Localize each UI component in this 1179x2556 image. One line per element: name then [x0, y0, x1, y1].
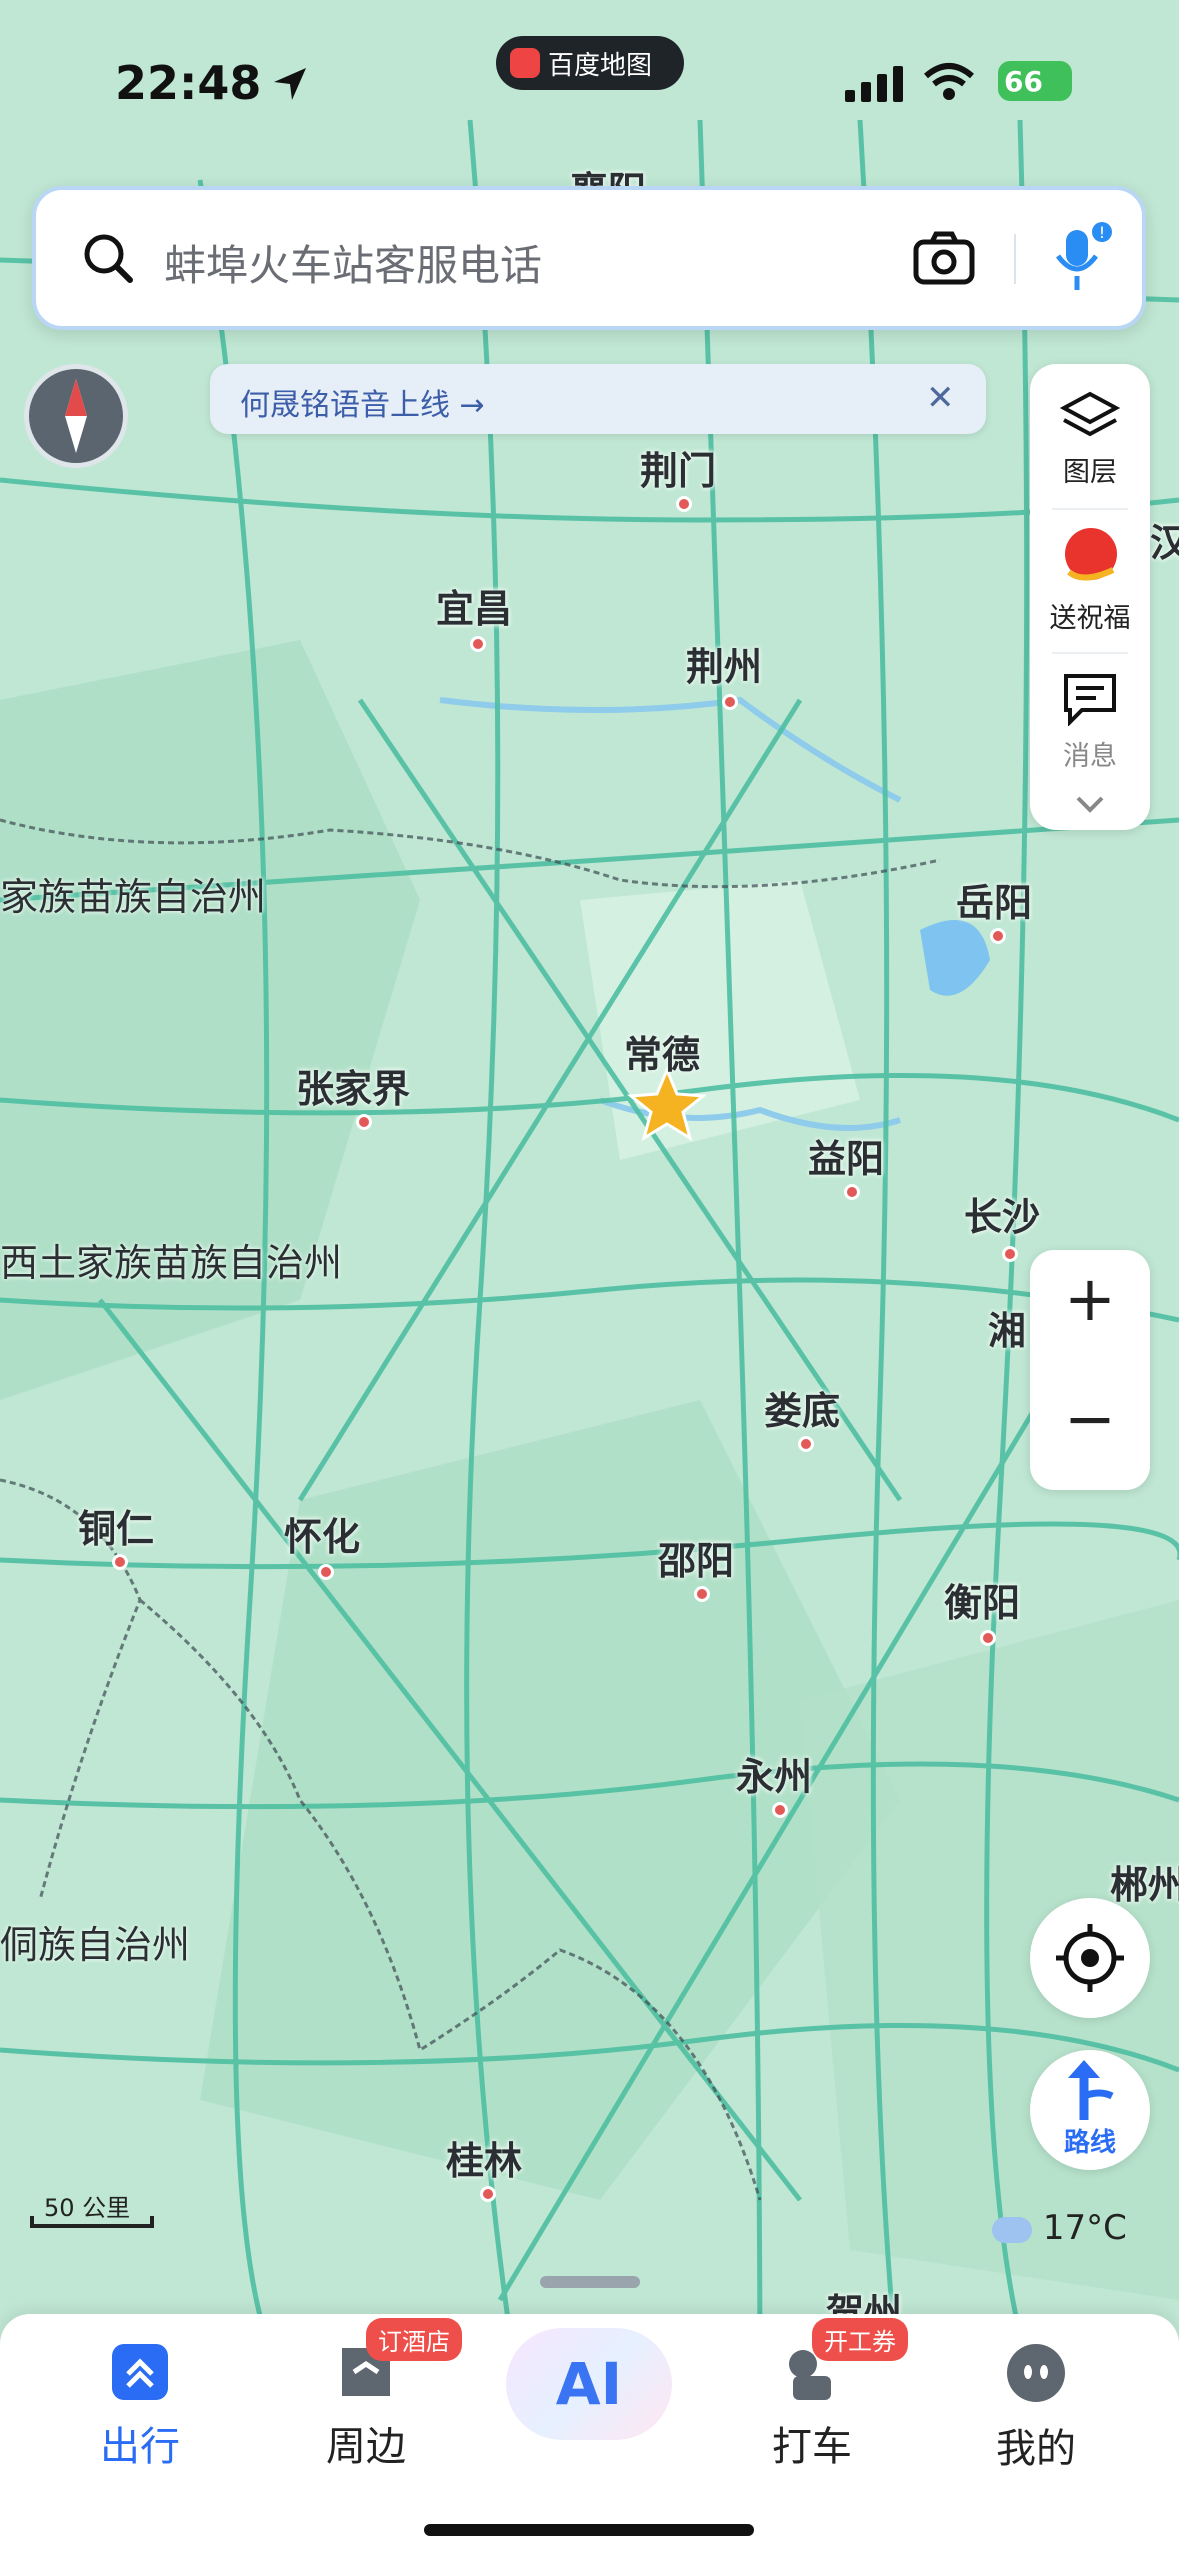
city-label-yongzhou[interactable]: 永州 [736, 1746, 812, 1801]
microphone-icon[interactable]: ! [1046, 220, 1116, 296]
city-dot [112, 1554, 128, 1570]
voice-notice-banner[interactable]: 何晟铭语音上线 → ✕ [210, 364, 986, 434]
nav-travel-label: 出行 [100, 2424, 180, 2470]
nav-nearby[interactable]: 周边 [276, 2342, 456, 2472]
battery-indicator: 66 [998, 61, 1072, 101]
city-dot [990, 928, 1006, 944]
city-dot [722, 694, 738, 710]
route-label: 路线 [1063, 2128, 1116, 2158]
city-label-tongren[interactable]: 铜仁 [78, 1498, 154, 1553]
panel-divider [1052, 652, 1128, 654]
zoom-out-button[interactable]: − [1030, 1382, 1150, 1455]
map-tools-panel: 图层 送祝福 消息 [1030, 364, 1150, 830]
battery-level: 66 [1004, 64, 1043, 98]
layers-button[interactable]: 图层 [1030, 390, 1150, 489]
scale-bar [30, 2216, 154, 2228]
signal-icon [845, 66, 903, 102]
route-button[interactable]: 路线 [1030, 2050, 1150, 2170]
location-arrow-icon [274, 68, 306, 100]
weather-widget[interactable]: 17°C [992, 2208, 1127, 2248]
city-dot [318, 1564, 334, 1580]
search-icon [84, 234, 133, 283]
taxi-badge: 开工券 [812, 2318, 908, 2361]
city-label-changde[interactable]: 常德 [624, 1024, 700, 1079]
home-indicator[interactable] [424, 2524, 754, 2536]
crosshair-icon [1056, 1924, 1124, 1992]
nearby-badge: 订酒店 [366, 2318, 462, 2361]
city-label-jingmen[interactable]: 荆门 [640, 440, 716, 495]
blessing-icon [1065, 528, 1117, 581]
city-dot [772, 1802, 788, 1818]
nav-me-label: 我的 [996, 2426, 1076, 2472]
compass-icon [65, 379, 87, 453]
messages-label: 消息 [1063, 741, 1117, 772]
city-label-changsha[interactable]: 长沙 [964, 1186, 1040, 1241]
city-dot [676, 496, 692, 512]
layers-icon [1059, 391, 1121, 437]
city-dot [356, 1114, 372, 1130]
blessing-button[interactable]: 送祝福 [1030, 524, 1150, 635]
city-label-loudi[interactable]: 娄底 [764, 1380, 840, 1435]
city-dot [980, 1630, 996, 1646]
search-input[interactable]: 蚌埠火车站客服电话 [164, 232, 542, 293]
region-label-qiandongnan: 侗族自治州 [0, 1923, 191, 1967]
city-label-jingzhou[interactable]: 荆州 [686, 636, 762, 691]
bottom-nav: 出行 周边 订酒店 AI 打车 开工券 我的 [0, 2314, 1179, 2556]
wifi-icon [924, 63, 974, 100]
messages-button[interactable]: 消息 [1030, 670, 1150, 773]
ai-label: AI [555, 2350, 623, 2418]
locate-button[interactable] [1030, 1898, 1150, 2018]
region-label-xiangxi: 西土家族苗族自治州 [0, 1241, 343, 1285]
city-label-hengyang[interactable]: 衡阳 [944, 1572, 1020, 1627]
camera-icon[interactable] [912, 226, 976, 290]
city-label-xiang[interactable]: 湘 [988, 1300, 1026, 1355]
blessing-label: 送祝福 [1049, 603, 1131, 634]
city-label-shaoyang[interactable]: 邵阳 [658, 1530, 734, 1585]
app-pill-label: 百度地图 [548, 50, 653, 81]
baidu-map-logo-icon [510, 48, 540, 78]
city-dot [1002, 1246, 1018, 1262]
nav-travel[interactable]: 出行 [50, 2342, 230, 2472]
city-dot [694, 1586, 710, 1602]
notice-text[interactable]: 何晟铭语音上线 → [240, 380, 485, 424]
nav-taxi-label: 打车 [772, 2424, 852, 2470]
chevron-down-icon[interactable] [1074, 794, 1106, 814]
layers-label: 图层 [1063, 457, 1117, 488]
city-label-yueyang[interactable]: 岳阳 [956, 872, 1032, 927]
city-label-yiyang[interactable]: 益阳 [808, 1128, 884, 1183]
city-label-huaihua[interactable]: 怀化 [284, 1506, 360, 1561]
panel-divider [1052, 508, 1128, 510]
compass-button[interactable] [24, 364, 128, 468]
city-dot [470, 636, 486, 652]
notice-close-icon[interactable]: ✕ [926, 378, 955, 418]
cloud-icon [992, 2216, 1032, 2243]
zoom-control: + − [1030, 1250, 1150, 1490]
message-icon [1064, 674, 1116, 727]
city-label-zhangjiajie[interactable]: 张家界 [296, 1058, 410, 1113]
zoom-in-button[interactable]: + [1030, 1262, 1150, 1335]
ai-assistant-button[interactable]: AI [506, 2328, 672, 2440]
route-arrow-icon [1068, 2060, 1114, 2120]
sheet-handle[interactable] [540, 2276, 640, 2288]
city-label-han[interactable]: 汉 [1150, 512, 1179, 567]
status-time: 22:48 [115, 56, 262, 110]
map-scale: 50 公里 [30, 2188, 154, 2232]
svg-text:!: ! [1099, 223, 1105, 242]
region-label-enshi: 家族苗族自治州 [0, 875, 267, 919]
city-dot [844, 1184, 860, 1200]
search-divider [1014, 234, 1016, 284]
nav-nearby-label: 周边 [326, 2424, 406, 2470]
status-bar: 22:48 百度地图 66 [0, 36, 1179, 116]
app-pill[interactable]: 百度地图 [496, 36, 684, 90]
travel-icon [112, 2344, 168, 2400]
search-bar[interactable]: 蚌埠火车站客服电话 ! [32, 186, 1146, 330]
city-label-yichang[interactable]: 宜昌 [436, 578, 512, 633]
profile-icon [1007, 2344, 1065, 2402]
city-dot [798, 1436, 814, 1452]
nav-me[interactable]: 我的 [946, 2342, 1126, 2474]
nav-taxi[interactable]: 打车 [722, 2342, 902, 2472]
city-label-guilin[interactable]: 桂林 [446, 2130, 522, 2185]
weather-temp: 17°C [1042, 2208, 1127, 2248]
city-dot [480, 2186, 496, 2202]
